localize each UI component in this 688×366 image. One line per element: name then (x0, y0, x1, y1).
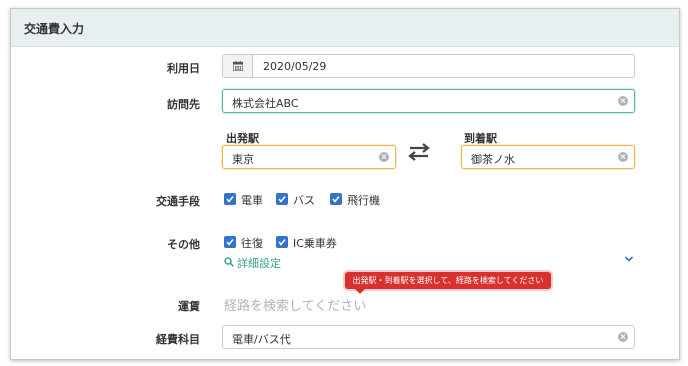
transport-option-label: バス (293, 194, 315, 207)
transport-option-label: 電車 (241, 194, 263, 207)
expense-item-value: 電車/バス代 (232, 333, 291, 346)
clear-icon[interactable]: × (618, 152, 628, 162)
usage-date-field[interactable]: 2020/05/29 (222, 54, 635, 78)
arrival-station-input[interactable]: 御茶ノ水 × (461, 145, 635, 169)
expense-item-input[interactable]: 電車/バス代 × (222, 325, 635, 349)
transport-option-bus[interactable]: バス (276, 191, 316, 209)
clear-icon[interactable]: × (618, 96, 628, 106)
chevron-down-icon[interactable] (624, 255, 634, 263)
departure-station-label: 出発駅 (226, 132, 259, 145)
usage-date-label: 利用日 (167, 62, 200, 75)
destination-value: 株式会社ABC (232, 97, 299, 110)
clear-icon[interactable]: × (618, 332, 628, 342)
calendar-icon (233, 61, 243, 71)
clear-icon[interactable]: × (379, 152, 389, 162)
route-hint-tooltip: 出発駅・到着駅を選択して、経路を検索してください (345, 272, 551, 289)
checkbox-checked[interactable] (224, 193, 236, 205)
destination-label: 訪問先 (167, 98, 200, 111)
fare-label: 運賃 (178, 300, 200, 313)
tooltip-arrow (355, 289, 365, 294)
panel-header: 交通費入力 (11, 9, 679, 47)
other-option-label: IC乗車券 (293, 237, 337, 250)
destination-input[interactable]: 株式会社ABC × (222, 89, 635, 113)
search-icon (224, 257, 234, 267)
other-option-round-trip[interactable]: 往復 (224, 234, 264, 252)
fare-placeholder: 経路を検索してください (224, 299, 367, 314)
expense-item-label: 経費科目 (156, 333, 200, 346)
detail-settings-label: 詳細設定 (237, 257, 281, 270)
usage-date-value: 2020/05/29 (263, 60, 327, 73)
other-label: その他 (167, 238, 200, 251)
transport-option-label: 飛行機 (347, 194, 380, 207)
departure-station-input[interactable]: 東京 × (222, 145, 396, 169)
checkbox-checked[interactable] (276, 193, 288, 205)
transport-label: 交通手段 (156, 195, 200, 208)
departure-station-value: 東京 (232, 153, 254, 166)
transport-option-train[interactable]: 電車 (224, 191, 264, 209)
panel-title: 交通費入力 (24, 22, 85, 36)
checkbox-checked[interactable] (224, 236, 236, 248)
swap-arrows-icon[interactable] (408, 143, 430, 161)
checkbox-checked[interactable] (276, 236, 288, 248)
arrival-station-label: 到着駅 (464, 132, 497, 145)
other-option-ic-card[interactable]: IC乗車券 (276, 234, 342, 252)
arrival-station-value: 御茶ノ水 (471, 153, 515, 166)
checkbox-checked[interactable] (330, 193, 342, 205)
calendar-button[interactable] (223, 55, 253, 77)
other-option-label: 往復 (241, 237, 263, 250)
transport-option-airplane[interactable]: 飛行機 (330, 191, 380, 209)
